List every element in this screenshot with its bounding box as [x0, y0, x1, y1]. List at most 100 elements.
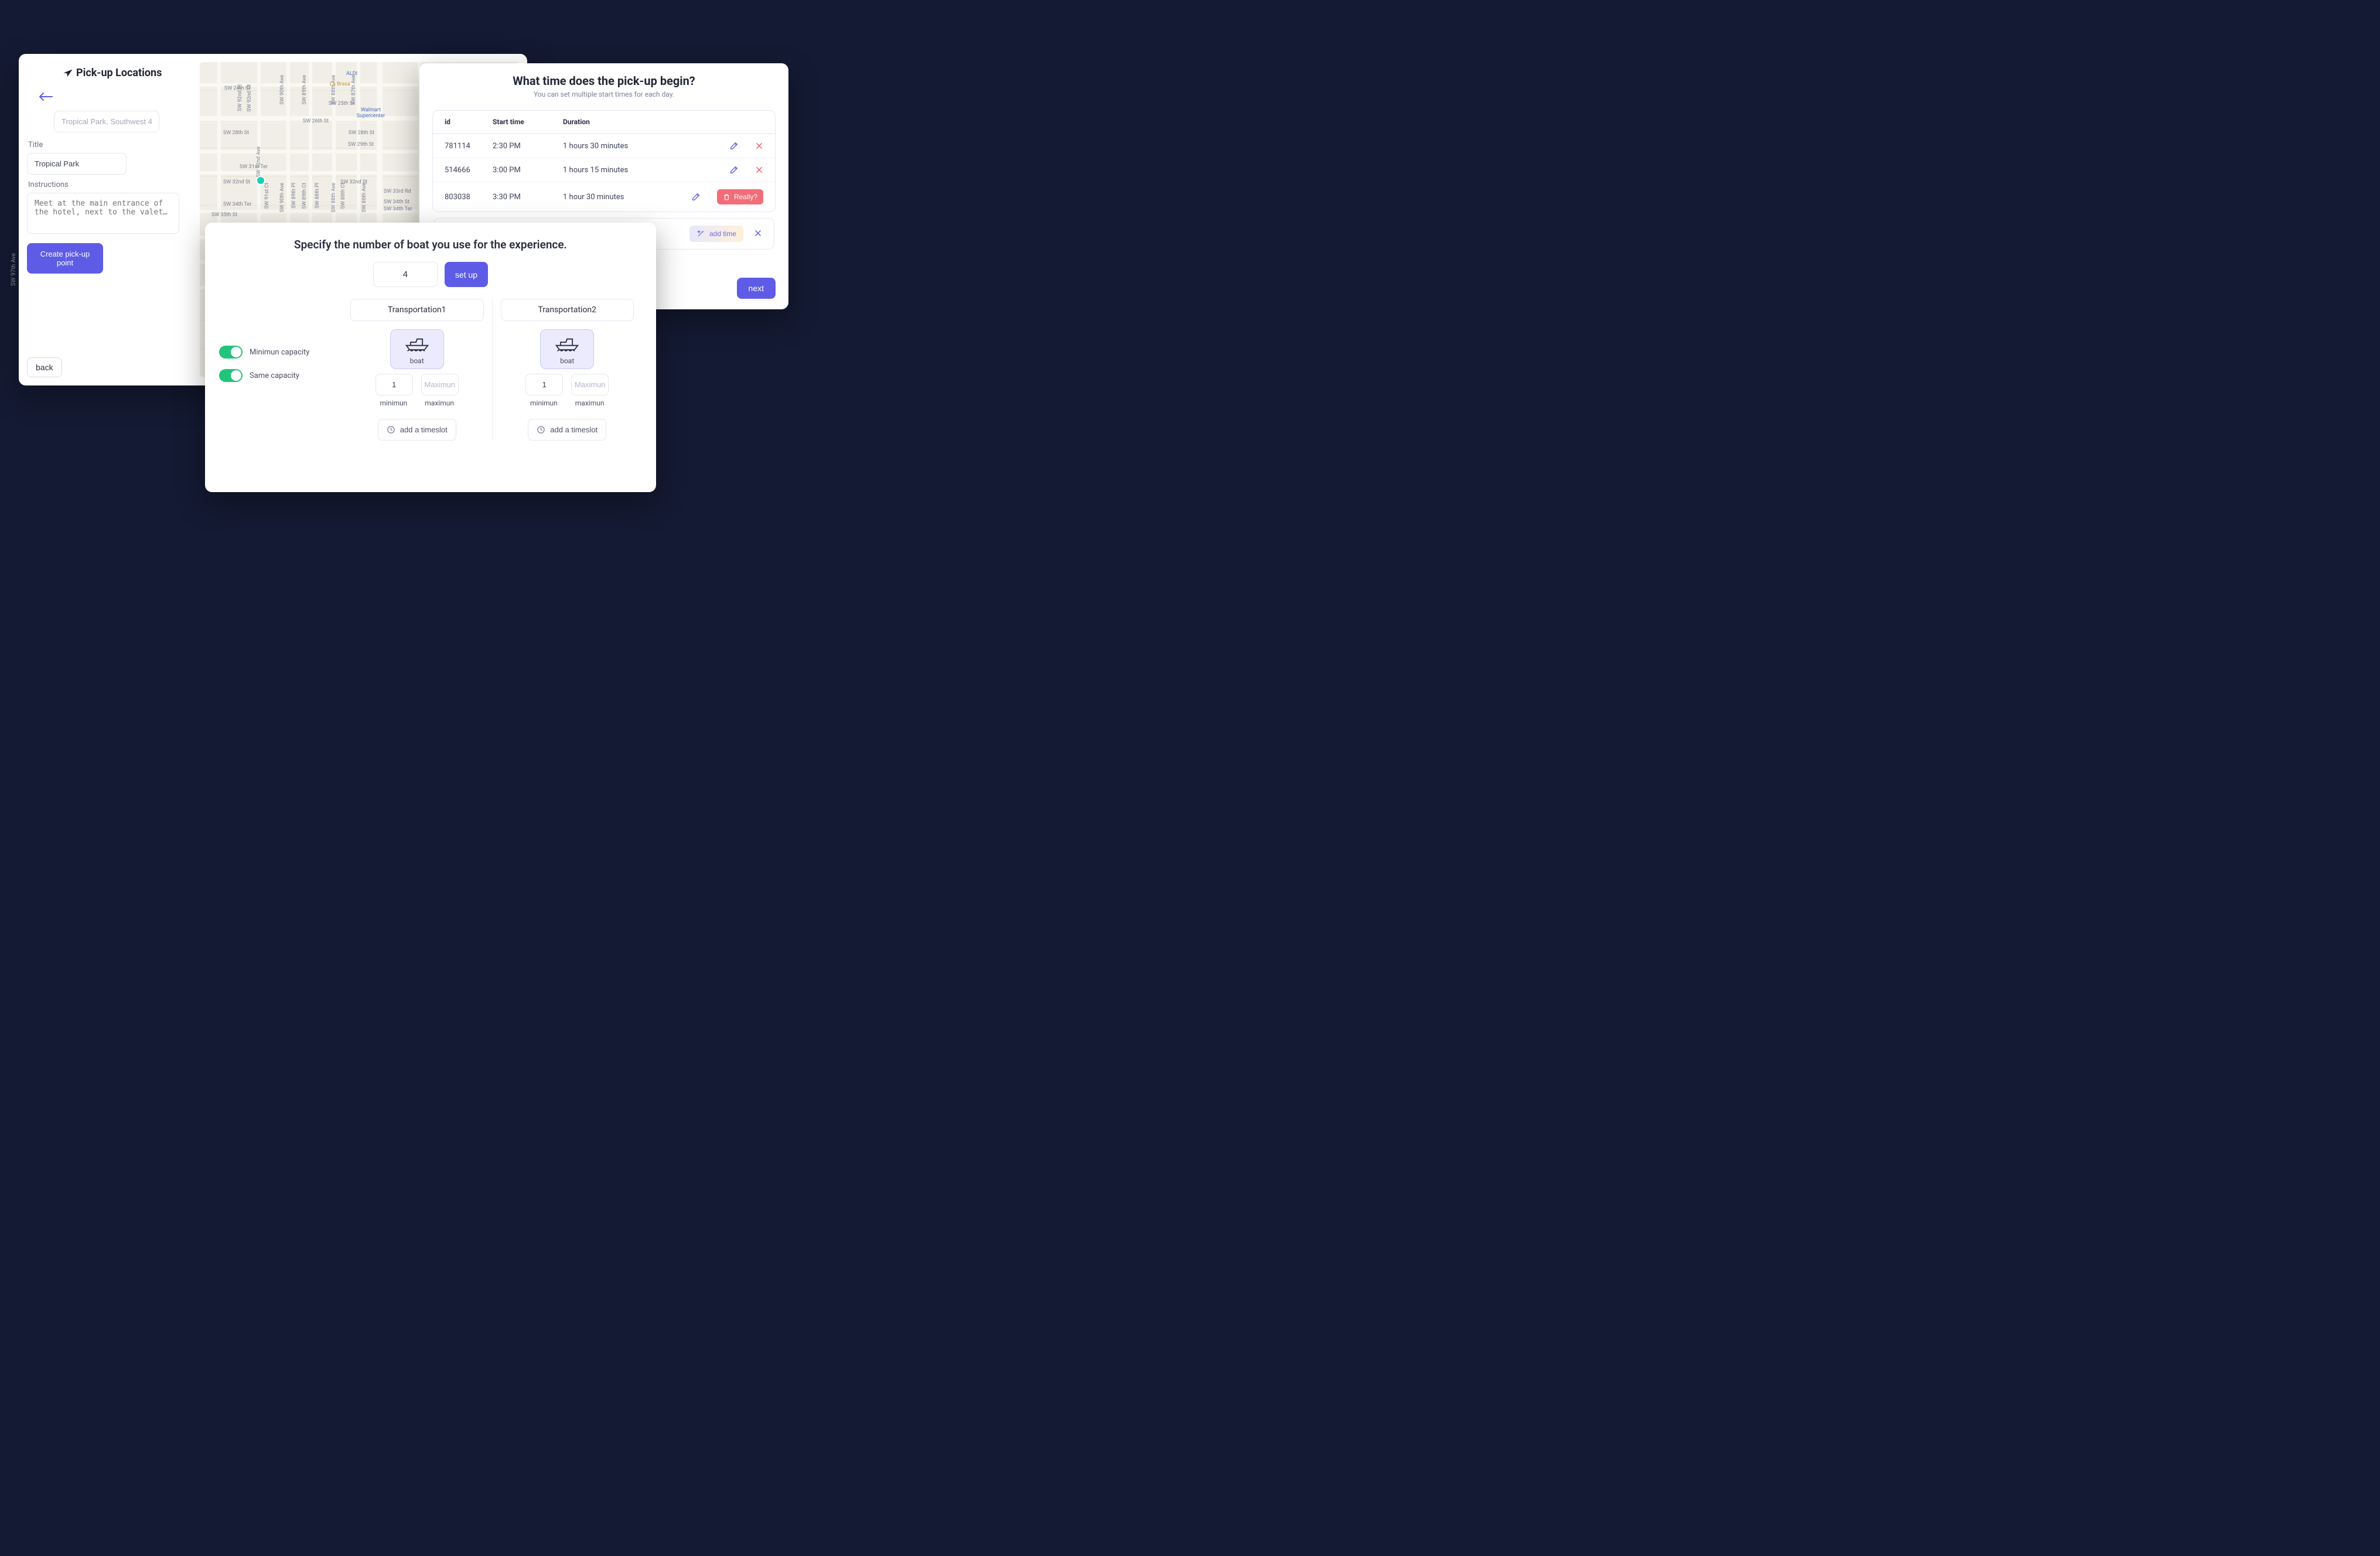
street-label: SW 86th Ave [361, 183, 367, 213]
max-capacity-input[interactable] [421, 374, 459, 395]
street-label: SW 92nd Ave [256, 146, 262, 178]
min-label: minimun [380, 399, 408, 407]
timeslot-label: add a timeslot [550, 425, 597, 434]
add-timeslot-button[interactable]: add a timeslot [528, 419, 606, 441]
really-label: Really? [734, 193, 757, 201]
same-toggle-label: Same capacity [250, 371, 299, 380]
setup-button[interactable]: set up [445, 262, 488, 287]
capacity-toggles: Minimun capacity Same capacity [219, 299, 342, 441]
street-label: SW 89th Pl [291, 183, 297, 209]
map-marker[interactable] [256, 176, 265, 185]
street-label: SW 28th St [349, 130, 374, 136]
street-label: SW 33rd Rd [384, 189, 411, 194]
min-capacity-input[interactable] [375, 374, 413, 395]
map-poi: La Brasa [330, 82, 350, 88]
add-time-button[interactable]: add time [689, 226, 743, 242]
col-id: id [445, 118, 493, 126]
edit-icon [729, 141, 739, 151]
table-header: id Start time Duration [433, 111, 775, 134]
same-capacity-toggle[interactable] [219, 369, 243, 382]
schedule-title: What time does the pick-up begin? [432, 74, 776, 88]
delete-button[interactable] [755, 166, 763, 174]
map-poi: Walmart Supercenter [353, 108, 388, 120]
table-row: 781114 2:30 PM 1 hours 30 minutes [433, 134, 775, 158]
street-label: SW 90th Ave [279, 183, 285, 213]
location-arrow-icon [62, 68, 74, 80]
transport-column: Transportation1 boat minimun maximun add… [342, 299, 492, 441]
cell-start: 3:30 PM [493, 193, 563, 202]
close-icon [755, 166, 763, 174]
street-label: SW 89th Ave [302, 75, 308, 105]
confirm-delete-button[interactable]: Really? [717, 189, 763, 204]
street-label: SW 88th Pl [315, 183, 320, 209]
map-poi: ALDI [346, 71, 357, 77]
cell-id: 803038 [445, 193, 493, 202]
delete-button[interactable] [755, 142, 763, 150]
close-icon [754, 229, 762, 237]
street-label: SW 34th St [384, 199, 409, 205]
street-label: SW 28th St [223, 130, 249, 136]
cell-id: 781114 [445, 142, 493, 151]
boat-icon [554, 335, 580, 352]
transport-grid: Transportation1 boat minimun maximun add… [342, 299, 642, 441]
min-capacity-input[interactable] [525, 374, 563, 395]
boat-setup-card: Specify the number of boat you use for t… [205, 223, 656, 492]
title-label: Title [28, 141, 200, 149]
street-label: SW 88th Ct [340, 183, 346, 209]
vehicle-tile[interactable]: boat [540, 329, 594, 369]
edit-button[interactable] [691, 192, 701, 202]
cell-start: 3:00 PM [493, 166, 563, 175]
arrow-left-icon [38, 91, 53, 102]
max-capacity-input[interactable] [571, 374, 609, 395]
cell-start: 2:30 PM [493, 142, 563, 151]
pickup-form: Pick-up Locations Title Instructions Cre… [27, 62, 200, 377]
street-label: SW 31st Ter [240, 164, 268, 170]
create-pickup-button[interactable]: Create pick-up point [27, 243, 103, 274]
instructions-label: Instructions [28, 180, 200, 189]
boat-icon [404, 335, 430, 352]
edit-button[interactable] [729, 165, 739, 175]
col-start: Start time [493, 118, 563, 126]
vehicle-tile[interactable]: boat [390, 329, 444, 369]
pickup-heading: Pick-up Locations [27, 62, 200, 83]
trash-icon [723, 193, 730, 201]
close-icon [755, 142, 763, 150]
street-label: SW 90th Ave [279, 75, 285, 105]
cell-id: 514666 [445, 166, 493, 175]
boat-title: Specify the number of boat you use for t… [219, 238, 642, 251]
min-toggle-label: Minimun capacity [250, 348, 309, 357]
street-label: SW 26th St [303, 118, 329, 124]
street-label: SW 91st Ct [264, 183, 270, 209]
edit-icon [729, 165, 739, 175]
min-capacity-toggle[interactable] [219, 346, 243, 359]
street-label: SW 88th Ave [331, 183, 337, 213]
edit-icon [691, 192, 701, 202]
max-label: maximun [425, 399, 454, 407]
location-search-input[interactable] [54, 111, 159, 132]
cell-duration: 1 hours 30 minutes [563, 142, 674, 151]
vehicle-label: boat [393, 357, 441, 365]
schedule-subtitle: You can set multiple start times for eac… [432, 90, 776, 98]
street-label: SW 29th St [348, 142, 374, 148]
clock-icon [537, 425, 545, 434]
edit-button[interactable] [729, 141, 739, 151]
add-timeslot-button[interactable]: add a timeslot [378, 419, 456, 441]
back-button[interactable]: back [27, 357, 62, 377]
schedule-table: id Start time Duration 781114 2:30 PM 1 … [432, 110, 776, 212]
close-add-button[interactable] [754, 229, 762, 239]
add-time-label: add time [709, 230, 736, 238]
street-label: SW 87th Ave [351, 75, 357, 105]
street-label: SW 92nd Ct [247, 84, 252, 112]
clock-icon [387, 425, 395, 434]
street-label: SW 88th Ave [331, 75, 337, 105]
transport-head: Transportation2 [501, 299, 634, 321]
back-arrow-button[interactable] [35, 88, 56, 105]
table-row: 803038 3:30 PM 1 hour 30 minutes Really? [433, 182, 775, 211]
instructions-textarea[interactable] [27, 193, 179, 234]
pickup-title: Pick-up Locations [76, 67, 162, 79]
boat-count-input[interactable] [373, 262, 438, 287]
street-label: SW 89th Ct [302, 183, 308, 209]
next-button[interactable]: next [737, 278, 776, 299]
title-input[interactable] [27, 153, 127, 175]
transport-column: Transportation2 boat minimun maximun add… [492, 299, 643, 441]
